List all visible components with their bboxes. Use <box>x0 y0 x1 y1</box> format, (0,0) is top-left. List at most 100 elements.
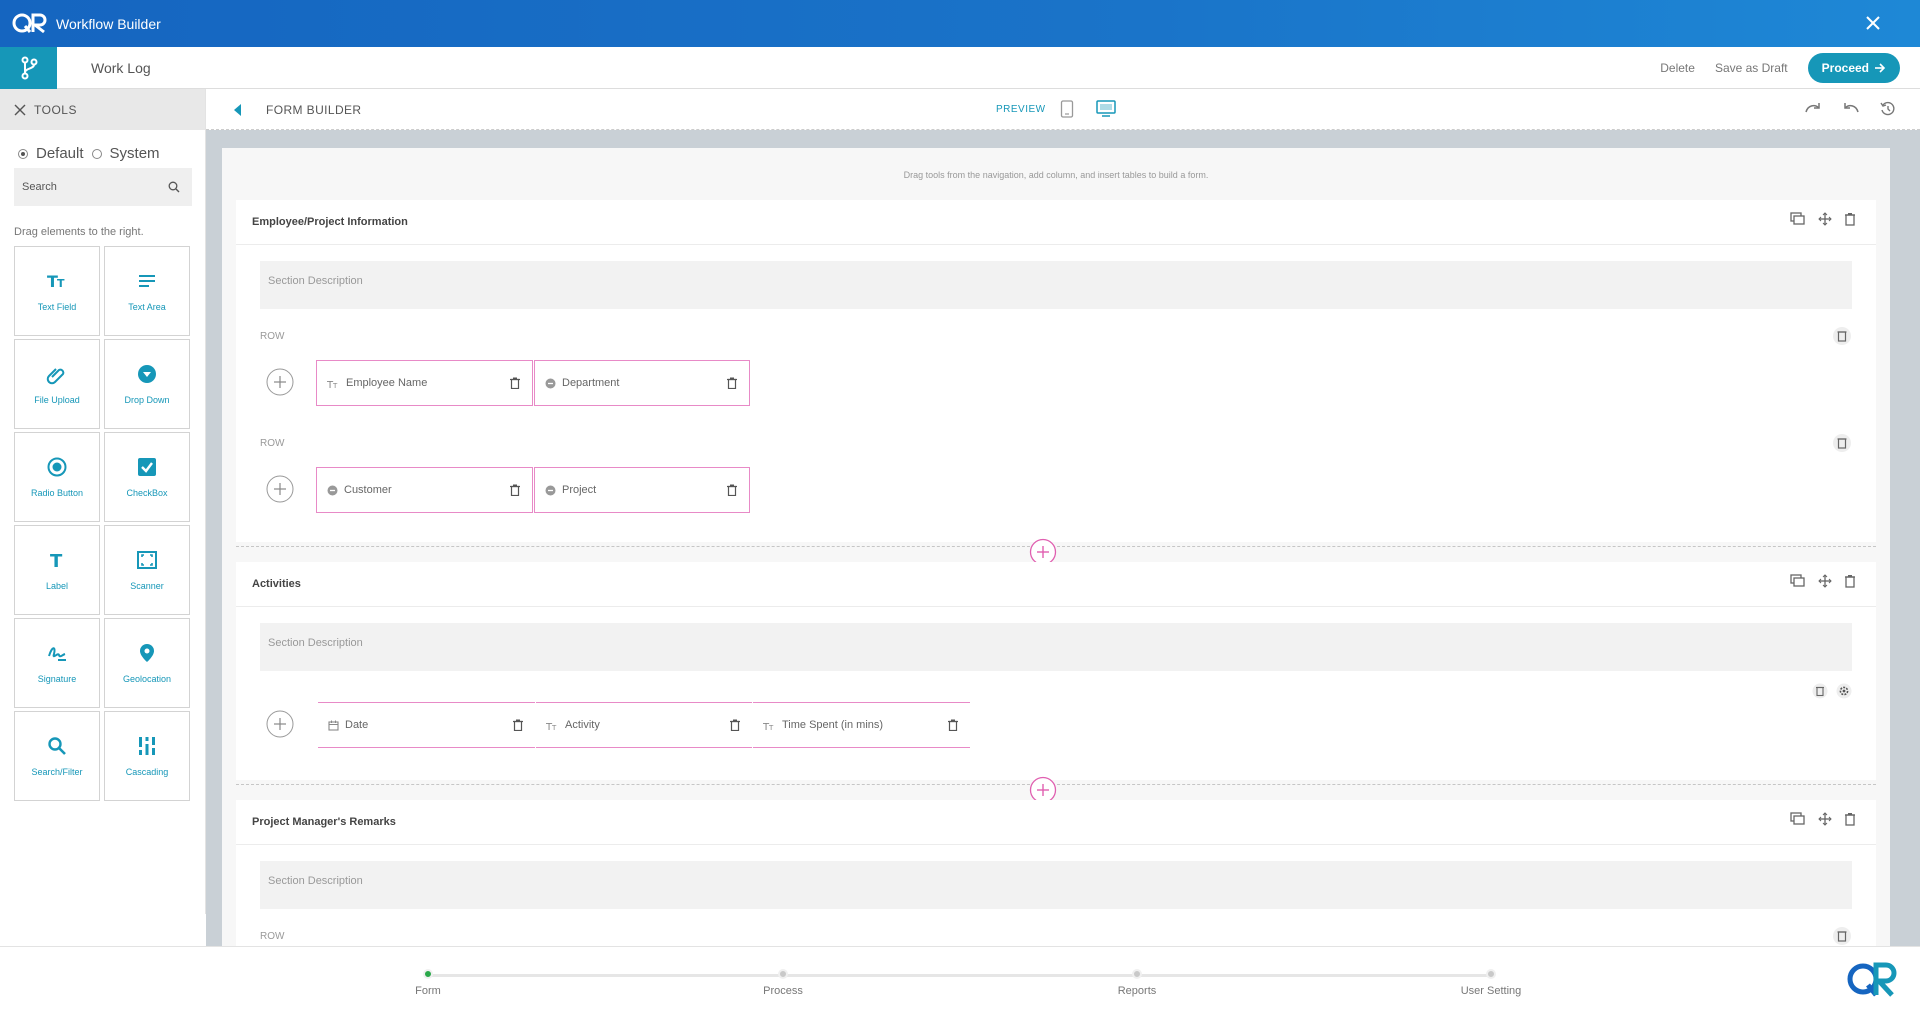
tools-heading: TOOLS <box>34 102 77 117</box>
trash-icon[interactable] <box>727 377 737 389</box>
step-label: Process <box>763 985 803 997</box>
step-process[interactable]: Process <box>723 969 843 997</box>
undo-icon[interactable] <box>1842 101 1860 115</box>
radio-default[interactable] <box>18 148 28 159</box>
table-actions <box>1812 683 1852 699</box>
add-column-icon[interactable] <box>266 710 294 738</box>
tool-search-input[interactable]: Search <box>14 168 192 206</box>
text-type-icon: TT <box>327 380 338 389</box>
tool-grid: TT Text Field Text Area File Upload Drop… <box>14 246 205 801</box>
tool-label: Cascading <box>125 767 169 777</box>
trash-icon[interactable] <box>948 719 958 731</box>
settings-gear-icon[interactable] <box>1836 683 1852 699</box>
tool-file-upload[interactable]: File Upload <box>14 339 100 429</box>
move-icon[interactable] <box>1818 212 1832 226</box>
close-tools-icon[interactable] <box>14 104 26 116</box>
tool-label: Geolocation <box>122 674 172 684</box>
column-date[interactable]: Date <box>318 702 535 748</box>
section-pm-remarks[interactable]: Project Manager's Remarks Section Descri… <box>236 800 1876 946</box>
tool-cascading[interactable]: Cascading <box>104 711 190 801</box>
row-label: ROW <box>260 438 285 449</box>
trash-icon[interactable] <box>730 719 740 731</box>
radio-system[interactable] <box>91 148 102 159</box>
proceed-button[interactable]: Proceed <box>1807 53 1900 83</box>
column-label: Time Spent (in mins) <box>782 719 884 731</box>
trash-icon[interactable] <box>727 484 737 496</box>
section-divider <box>236 844 1876 845</box>
section-actions <box>1790 212 1856 226</box>
section-activities[interactable]: Activities Section Description Date TT A… <box>236 562 1876 780</box>
section-description[interactable]: Section Description <box>260 261 1852 309</box>
dropdown-type-icon <box>545 378 556 388</box>
step-user-setting[interactable]: User Setting <box>1431 969 1551 997</box>
mobile-preview-icon[interactable] <box>1060 100 1074 118</box>
field-department[interactable]: Department <box>534 360 750 406</box>
worklog-tab[interactable]: Work Log <box>91 60 151 76</box>
column-activity[interactable]: TT Activity <box>536 702 752 748</box>
tool-radio-button[interactable]: Radio Button <box>14 432 100 522</box>
section-title: Employee/Project Information <box>252 216 408 228</box>
paperclip-icon <box>46 368 65 385</box>
preview-button[interactable]: PREVIEW <box>996 104 1046 115</box>
move-icon[interactable] <box>1818 574 1832 588</box>
field-employee-name[interactable]: TT Employee Name <box>316 360 533 406</box>
trash-icon[interactable] <box>510 484 520 496</box>
dropdown-type-icon <box>545 485 556 495</box>
move-icon[interactable] <box>1818 812 1832 826</box>
text-type-icon: TT <box>546 722 557 731</box>
search-icon <box>168 181 180 193</box>
builder-actions <box>1804 101 1896 117</box>
add-field-icon[interactable] <box>266 475 294 503</box>
tool-text-field[interactable]: TT Text Field <box>14 246 100 336</box>
delete-button[interactable]: Delete <box>1660 61 1695 75</box>
field-customer[interactable]: Customer <box>316 467 533 513</box>
duplicate-icon[interactable] <box>1790 574 1806 588</box>
step-dot <box>778 969 788 979</box>
back-arrow-icon[interactable] <box>234 104 241 116</box>
duplicate-icon[interactable] <box>1790 212 1806 226</box>
qr-corner-logo-icon[interactable] <box>1846 957 1898 1003</box>
tool-drop-down[interactable]: Drop Down <box>104 339 190 429</box>
desktop-preview-icon[interactable] <box>1096 100 1116 118</box>
section-description[interactable]: Section Description <box>260 623 1852 671</box>
field-project[interactable]: Project <box>534 467 750 513</box>
column-time-spent[interactable]: TT Time Spent (in mins) <box>753 702 970 748</box>
save-draft-button[interactable]: Save as Draft <box>1715 61 1788 75</box>
title-bar: Workflow Builder <box>0 0 1920 47</box>
step-reports[interactable]: Reports <box>1077 969 1197 997</box>
row-label: ROW <box>260 931 285 942</box>
trash-icon[interactable] <box>513 719 523 731</box>
trash-icon[interactable] <box>1844 574 1856 588</box>
tool-label: Signature <box>37 674 77 684</box>
row-trash-icon[interactable] <box>1832 433 1852 453</box>
step-form[interactable]: Form <box>368 969 488 997</box>
add-field-icon[interactable] <box>266 368 294 396</box>
duplicate-icon[interactable] <box>1790 812 1806 826</box>
tool-search-filter[interactable]: Search/Filter <box>14 711 100 801</box>
radio-button-icon <box>47 457 67 477</box>
tool-text-area[interactable]: Text Area <box>104 246 190 336</box>
scanner-icon <box>137 551 157 569</box>
tool-label-element[interactable]: T Label <box>14 525 100 615</box>
trash-icon[interactable] <box>1844 812 1856 826</box>
field-label: Project <box>562 484 597 496</box>
redo-icon[interactable] <box>1804 101 1822 115</box>
tool-geolocation[interactable]: Geolocation <box>104 618 190 708</box>
trash-icon[interactable] <box>1844 212 1856 226</box>
table-trash-icon[interactable] <box>1812 683 1828 699</box>
drag-hint: Drag elements to the right. <box>14 226 144 238</box>
section-description[interactable]: Section Description <box>260 861 1852 909</box>
arrow-right-icon <box>1875 63 1886 73</box>
workflow-branch-button[interactable] <box>0 47 57 89</box>
trash-icon[interactable] <box>510 377 520 389</box>
row-trash-icon[interactable] <box>1832 926 1852 946</box>
section-employee-project[interactable]: Employee/Project Information Section Des… <box>236 200 1876 542</box>
section-divider <box>236 244 1876 245</box>
row-trash-icon[interactable] <box>1832 326 1852 346</box>
tool-signature[interactable]: Signature <box>14 618 100 708</box>
tool-scanner[interactable]: Scanner <box>104 525 190 615</box>
history-icon[interactable] <box>1880 101 1896 117</box>
tool-checkbox[interactable]: CheckBox <box>104 432 190 522</box>
step-dot <box>423 969 433 979</box>
close-icon[interactable] <box>1862 12 1884 34</box>
